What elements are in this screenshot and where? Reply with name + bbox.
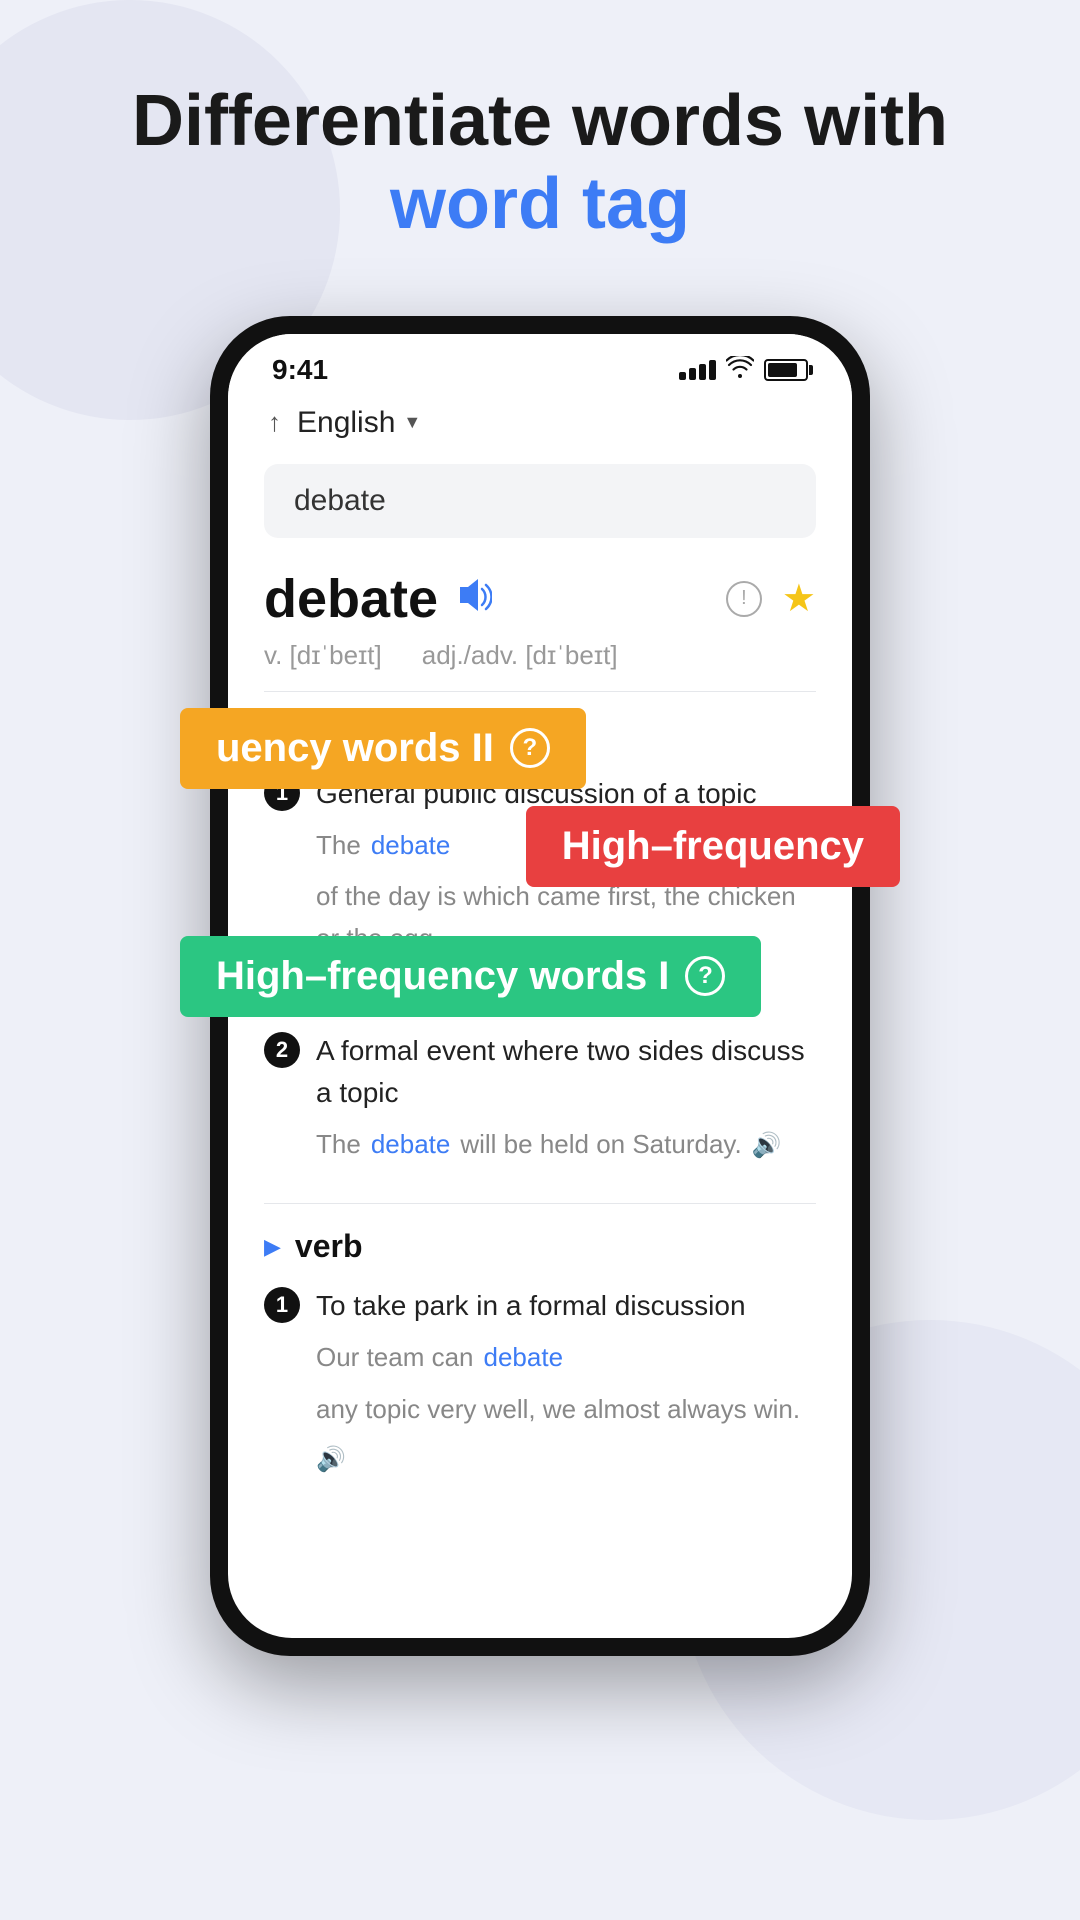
- tag-orange: uency words II ?: [180, 708, 586, 789]
- back-arrow-icon[interactable]: ↑: [268, 407, 281, 438]
- info-icon[interactable]: !: [726, 581, 762, 617]
- audio-icon[interactable]: [456, 579, 492, 619]
- status-bar: 9:41: [228, 334, 852, 396]
- wifi-icon: [726, 356, 754, 384]
- header-title: Differentiate words with word tag: [60, 80, 1020, 246]
- divider-2: [264, 1203, 816, 1204]
- orange-help-icon[interactable]: ?: [510, 728, 550, 768]
- divider: [264, 691, 816, 692]
- language-selector[interactable]: English ▼: [297, 406, 421, 440]
- tag-red: High–frequency: [526, 806, 900, 887]
- def-number-2: 2: [264, 1032, 300, 1068]
- signal-icon: [679, 360, 716, 380]
- example-verb-1: Our team can debate any topic very well,…: [264, 1337, 816, 1479]
- verb-def-text-1: To take park in a formal discussion: [316, 1285, 816, 1327]
- example-2: The debate will be held on Saturday. 🔊: [264, 1124, 816, 1166]
- word-title: debate: [264, 568, 438, 630]
- top-bar: ↑ English ▼: [228, 396, 852, 456]
- status-icons: [679, 356, 808, 384]
- verb-def-number-1: 1: [264, 1287, 300, 1323]
- status-time: 9:41: [272, 354, 328, 386]
- verb-header: ▶ verb: [264, 1228, 816, 1265]
- word-header: debate ! ★: [228, 558, 852, 630]
- battery-icon: [764, 359, 808, 381]
- star-icon[interactable]: ★: [782, 576, 816, 621]
- verb-def-1: 1 To take park in a formal discussion Ou…: [264, 1285, 816, 1479]
- word-actions: ! ★: [726, 576, 816, 621]
- phone-with-overlays: uency words II ? High–frequency High–fre…: [210, 316, 870, 1656]
- green-help-icon[interactable]: ?: [685, 956, 725, 996]
- noun-def-2: 2 A formal event where two sides discuss…: [264, 1030, 816, 1166]
- phonetics: v. [dɪˈbeɪt] adj./adv. [dɪˈbeɪt]: [228, 630, 852, 691]
- search-bar[interactable]: debate: [264, 464, 816, 538]
- verb-label: verb: [295, 1228, 363, 1265]
- word-main: debate: [264, 568, 492, 630]
- tag-green-overlay: High–frequency words I ?: [180, 936, 761, 1017]
- def-text-2: A formal event where two sides discuss a…: [316, 1030, 816, 1114]
- example-verb-1-audio-icon[interactable]: 🔊: [316, 1441, 346, 1479]
- example-2-audio-icon[interactable]: 🔊: [752, 1127, 782, 1165]
- dropdown-arrow-icon: ▼: [403, 412, 421, 433]
- verb-section: ▶ verb 1 To take park in a formal discus…: [228, 1228, 852, 1517]
- verb-arrow-icon: ▶: [264, 1234, 281, 1260]
- phone-container: uency words II ? High–frequency High–fre…: [0, 316, 1080, 1656]
- header-section: Differentiate words with word tag: [0, 0, 1080, 296]
